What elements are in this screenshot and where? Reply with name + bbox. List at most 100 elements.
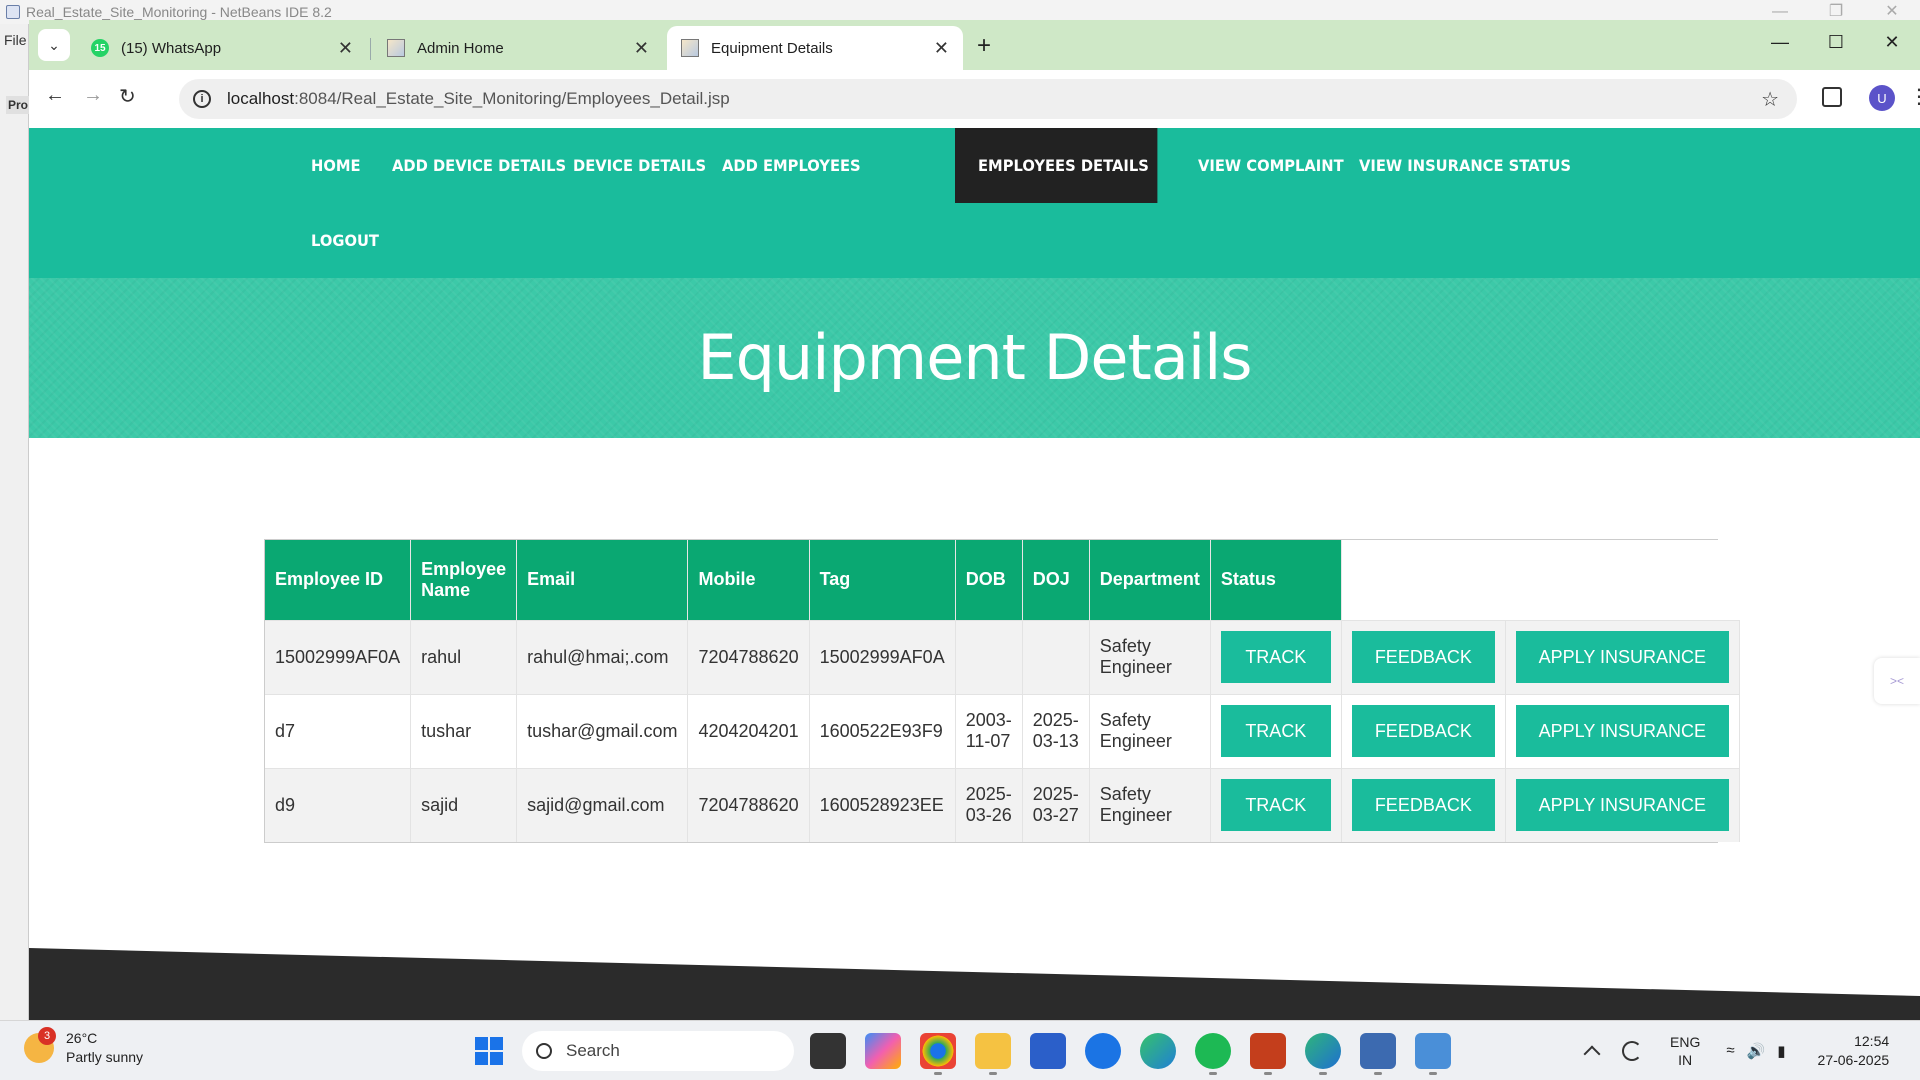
powerpoint-icon[interactable] [1250, 1033, 1286, 1075]
clock[interactable]: 12:54 27-06-2025 [1818, 1032, 1890, 1070]
cell-apply: APPLY INSURANCE [1505, 767, 1740, 842]
apply-insurance-button[interactable]: APPLY INSURANCE [1515, 705, 1729, 757]
sync-icon[interactable] [1622, 1041, 1642, 1061]
show-hidden-icons-icon[interactable] [1583, 1045, 1601, 1063]
menu-kebab-icon[interactable]: ⋮ [1909, 84, 1920, 109]
windows-start-icon[interactable] [475, 1037, 503, 1065]
col-header-department: Department [1089, 540, 1211, 620]
cell-employee-name: tushar [410, 693, 518, 768]
col-header-employee-id: Employee ID [265, 540, 412, 620]
cell-mobile: 4204204201 [687, 693, 810, 768]
page-title: Equipment Details [697, 321, 1252, 394]
microsoft-store-icon[interactable] [1030, 1033, 1066, 1069]
track-button[interactable]: TRACK [1220, 705, 1331, 757]
language-indicator[interactable]: ENG IN [1670, 1033, 1700, 1069]
col-header-tag: Tag [809, 540, 956, 620]
close-icon[interactable]: ✕ [1864, 32, 1920, 53]
address-bar[interactable]: i localhost:8084/Real_Estate_Site_Monito… [179, 79, 1797, 119]
netbeans-icon [6, 5, 20, 19]
browser-window-controls: — ☐ ✕ [1752, 32, 1920, 53]
cell-track: TRACK [1210, 767, 1342, 842]
netbeans-file-menu[interactable]: File [4, 32, 27, 48]
url-path: :8084/Real_Estate_Site_Monitoring/Employ… [294, 89, 730, 108]
new-tab-icon[interactable]: + [977, 32, 991, 60]
tab-admin-home[interactable]: Admin Home ✕ [373, 26, 663, 70]
feedback-button[interactable]: FEEDBACK [1351, 779, 1495, 832]
netbeans-projects-tab[interactable]: Pro [6, 96, 31, 114]
tab-title: Admin Home [417, 39, 504, 57]
cell-dob: 2025-03-26 [955, 767, 1023, 842]
nav-view-insurance-status[interactable]: View Insurance Status [1336, 128, 1594, 203]
forward-arrow-icon[interactable]: → [83, 84, 103, 107]
feedback-button[interactable]: FEEDBACK [1351, 705, 1495, 757]
weather-sun-icon: 3 [24, 1027, 56, 1063]
track-button[interactable]: TRACK [1220, 779, 1331, 832]
system-icons[interactable]: ≈ 🔊 ▮ [1726, 1042, 1785, 1060]
nav-logout[interactable]: Logout [288, 203, 402, 278]
tab-strip: ⌄ 15 (15) WhatsApp ✕ Admin Home ✕ Equipm… [29, 20, 1920, 70]
tab-separator [370, 38, 371, 60]
minimize-icon[interactable]: — [1752, 32, 1808, 53]
taskbar-apps [810, 1033, 1470, 1075]
web-page: Home Add Device Details Device Details A… [29, 128, 1920, 1020]
nav-employees-details[interactable]: Employees Details [955, 128, 1158, 203]
cell-feedback: FEEDBACK [1341, 767, 1506, 842]
tab-equipment-details[interactable]: Equipment Details ✕ [667, 26, 963, 70]
edge-beta-icon[interactable] [1305, 1033, 1341, 1075]
weather-widget[interactable]: 3 26°C Partly sunny [24, 1027, 143, 1067]
taskbar-search[interactable]: Search [522, 1031, 794, 1071]
wifi-icon: ≈ [1726, 1042, 1735, 1059]
photos-icon[interactable] [1415, 1033, 1451, 1075]
apply-insurance-button[interactable]: APPLY INSURANCE [1515, 631, 1729, 683]
cell-employee-name: rahul [410, 619, 518, 694]
chevron-down-icon: ⌄ [48, 36, 60, 53]
page-image-icon [681, 39, 699, 57]
cell-tag: 15002999AF0A [809, 619, 956, 694]
feedback-button[interactable]: FEEDBACK [1351, 631, 1495, 683]
close-tab-icon[interactable]: ✕ [338, 38, 353, 59]
screen: Real_Estate_Site_Monitoring - NetBeans I… [0, 0, 1920, 1080]
cell-mobile: 7204788620 [687, 619, 810, 694]
profile-avatar[interactable]: U [1869, 85, 1895, 111]
weather-temp: 26°C [66, 1030, 98, 1046]
cell-email: tushar@gmail.com [516, 693, 689, 768]
tab-whatsapp[interactable]: 15 (15) WhatsApp ✕ [77, 26, 367, 70]
extensions-icon[interactable] [1822, 87, 1842, 107]
system-tray: ENG IN ≈ 🔊 ▮ 12:54 27-06-2025 [1580, 1021, 1889, 1080]
cell-tag: 1600522E93F9 [809, 693, 956, 768]
page-image-icon [387, 39, 405, 57]
apply-insurance-button[interactable]: APPLY INSURANCE [1515, 779, 1729, 832]
side-panel-toggle-icon[interactable]: >< [1874, 658, 1920, 704]
close-tab-icon[interactable]: ✕ [934, 38, 949, 59]
col-header-employee-name: Employee Name [410, 540, 518, 620]
site-info-icon[interactable]: i [193, 90, 211, 108]
spotify-icon[interactable] [1195, 1033, 1231, 1075]
nav-add-employees[interactable]: Add Employees [699, 128, 884, 203]
cell-feedback: FEEDBACK [1341, 619, 1506, 694]
track-button[interactable]: TRACK [1220, 631, 1331, 683]
bookmark-star-icon[interactable]: ☆ [1761, 87, 1779, 112]
col-header-blank [1341, 540, 1740, 620]
messenger-icon[interactable] [1085, 1033, 1121, 1069]
task-view-icon[interactable] [810, 1033, 846, 1069]
cell-feedback: FEEDBACK [1341, 693, 1506, 768]
reload-icon[interactable]: ↻ [119, 84, 136, 109]
chrome-icon[interactable] [920, 1033, 956, 1075]
maximize-icon[interactable]: ☐ [1808, 32, 1864, 53]
cell-department: Safety Engineer [1089, 619, 1211, 694]
language-line1: ENG [1670, 1034, 1701, 1050]
netbeans-icon[interactable] [1360, 1033, 1396, 1075]
url-text[interactable]: localhost:8084/Real_Estate_Site_Monitori… [227, 89, 730, 109]
tab-search-button[interactable]: ⌄ [38, 29, 70, 61]
cell-mobile: 7204788620 [687, 767, 810, 842]
cell-doj: 2025-03-13 [1022, 693, 1090, 768]
cell-doj: 2025-03-27 [1022, 767, 1090, 842]
back-arrow-icon[interactable]: ← [45, 84, 65, 107]
file-explorer-icon[interactable] [975, 1033, 1011, 1075]
copilot-icon[interactable] [865, 1033, 901, 1069]
edge-icon[interactable] [1140, 1033, 1176, 1069]
battery-icon: ▮ [1777, 1043, 1786, 1060]
close-tab-icon[interactable]: ✕ [634, 38, 649, 59]
col-header-doj: DOJ [1022, 540, 1090, 620]
cell-department: Safety Engineer [1089, 767, 1211, 842]
